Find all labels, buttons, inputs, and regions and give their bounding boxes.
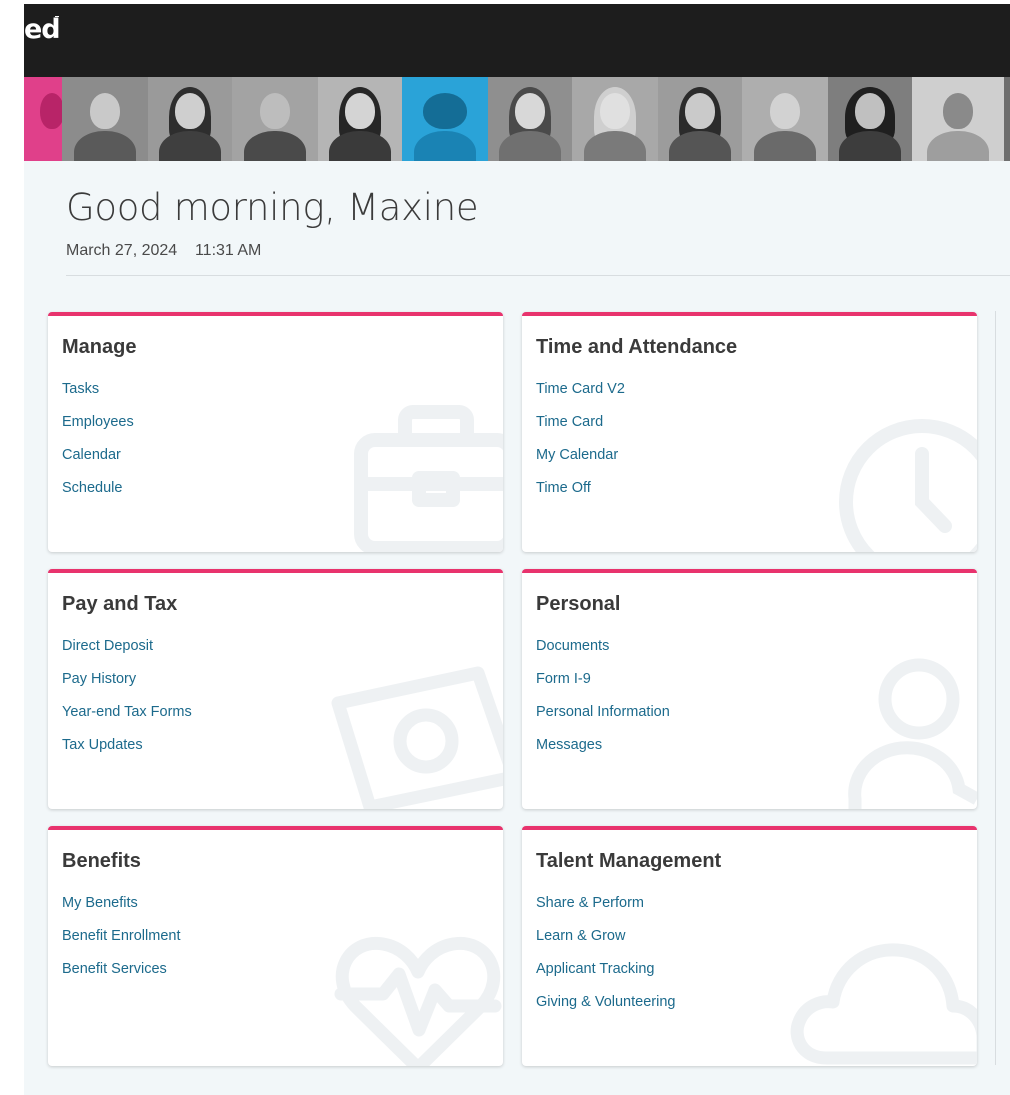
card-title: Personal: [536, 593, 621, 615]
link-time-card[interactable]: Time Card: [536, 414, 625, 447]
top-bar: ed: [24, 4, 1010, 77]
banner-tile-mascot-blue: [402, 77, 488, 161]
link-benefit-services[interactable]: Benefit Services: [62, 961, 180, 994]
link-my-benefits[interactable]: My Benefits: [62, 895, 180, 928]
link-schedule[interactable]: Schedule: [62, 480, 134, 513]
card-title: Manage: [62, 336, 137, 358]
banner-tile-person: [658, 77, 742, 161]
card-title: Time and Attendance: [536, 336, 738, 358]
link-calendar[interactable]: Calendar: [62, 447, 134, 480]
link-messages[interactable]: Messages: [536, 737, 670, 770]
link-time-card-v2[interactable]: Time Card V2: [536, 381, 625, 414]
briefcase-icon: [354, 405, 503, 552]
link-form-i9[interactable]: Form I-9: [536, 671, 670, 704]
clock-icon: [839, 419, 977, 552]
link-learn-grow[interactable]: Learn & Grow: [536, 928, 675, 961]
content-edge-line: [995, 311, 996, 1065]
manage-card: Manage Tasks Employees Calendar Schedule: [48, 312, 503, 552]
card-links: Tasks Employees Calendar Schedule: [62, 381, 134, 513]
banner-tile-person: [488, 77, 572, 161]
card-title: Talent Management: [536, 850, 722, 872]
link-share-perform[interactable]: Share & Perform: [536, 895, 675, 928]
card-links: Share & Perform Learn & Grow Applicant T…: [536, 895, 675, 1027]
heart-pulse-icon: [334, 936, 502, 1066]
banner-tile-person: [232, 77, 318, 161]
card-links: Time Card V2 Time Card My Calendar Time …: [536, 381, 625, 513]
link-tax-updates[interactable]: Tax Updates: [62, 737, 192, 770]
page-title: Good morning, Maxine: [66, 186, 479, 229]
header-divider: [66, 275, 1010, 276]
talent-management-card: Talent Management Share & Perform Learn …: [522, 826, 977, 1066]
link-documents[interactable]: Documents: [536, 638, 670, 671]
banner-tile-person: [742, 77, 828, 161]
banner-tile-person: [62, 77, 148, 161]
personal-card: Personal Documents Form I-9 Personal Inf…: [522, 569, 977, 809]
link-year-end-tax-forms[interactable]: Year-end Tax Forms: [62, 704, 192, 737]
banner-tile-person: [572, 77, 658, 161]
current-datetime: March 27, 2024 11:31 AM: [66, 242, 261, 260]
time-attendance-card: Time and Attendance Time Card V2 Time Ca…: [522, 312, 977, 552]
trademark-mark: [55, 16, 59, 17]
link-tasks[interactable]: Tasks: [62, 381, 134, 414]
card-title: Pay and Tax: [62, 593, 178, 615]
card-title: Benefits: [62, 850, 141, 872]
banner-tile-person: [148, 77, 232, 161]
money-icon: [331, 666, 503, 809]
card-links: Direct Deposit Pay History Year-end Tax …: [62, 638, 192, 770]
link-employees[interactable]: Employees: [62, 414, 134, 447]
link-applicant-tracking[interactable]: Applicant Tracking: [536, 961, 675, 994]
person-icon: [848, 658, 977, 809]
link-my-calendar[interactable]: My Calendar: [536, 447, 625, 480]
brand-logo[interactable]: ed: [24, 14, 61, 45]
photo-banner: [24, 77, 1010, 161]
link-personal-information[interactable]: Personal Information: [536, 704, 670, 737]
link-giving-volunteering[interactable]: Giving & Volunteering: [536, 994, 675, 1027]
current-date: March 27, 2024: [66, 242, 178, 259]
card-links: Documents Form I-9 Personal Information …: [536, 638, 670, 770]
pay-tax-card: Pay and Tax Direct Deposit Pay History Y…: [48, 569, 503, 809]
card-links: My Benefits Benefit Enrollment Benefit S…: [62, 895, 180, 994]
banner-tile-mascot-pink: [24, 77, 62, 161]
link-direct-deposit[interactable]: Direct Deposit: [62, 638, 192, 671]
link-benefit-enrollment[interactable]: Benefit Enrollment: [62, 928, 180, 961]
banner-tile-person: [828, 77, 912, 161]
cloud-icon: [790, 943, 977, 1065]
dashboard-main: Good morning, Maxine March 27, 2024 11:3…: [24, 161, 1010, 1095]
banner-tile-partial: [1004, 77, 1010, 161]
link-time-off[interactable]: Time Off: [536, 480, 625, 513]
benefits-card: Benefits My Benefits Benefit Enrollment …: [48, 826, 503, 1066]
banner-tile-person: [318, 77, 402, 161]
link-pay-history[interactable]: Pay History: [62, 671, 192, 704]
banner-tile-mascot-grey: [912, 77, 1004, 161]
current-time: 11:31 AM: [194, 242, 262, 259]
